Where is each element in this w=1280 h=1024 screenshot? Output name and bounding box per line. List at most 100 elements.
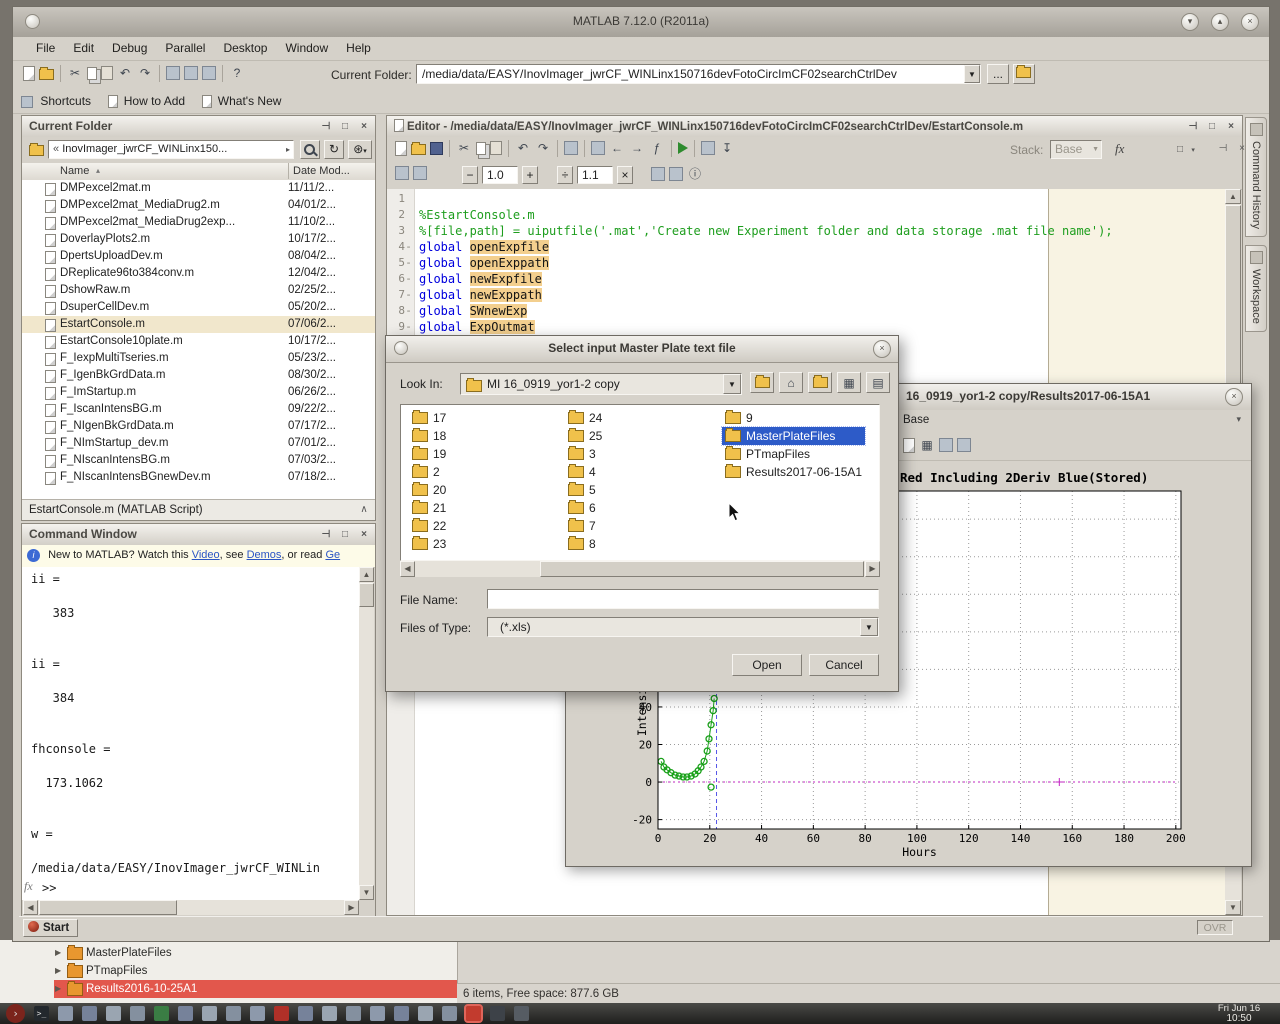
file-row[interactable]: DMPexcel2mat_MediaDrug2.m04/01/2... xyxy=(22,197,375,214)
taskbar-clock[interactable]: Fri Jun 16 10:50 xyxy=(1204,1004,1274,1024)
up-one-level-icon-button[interactable] xyxy=(750,372,774,393)
restore-icon[interactable]: □ xyxy=(337,119,353,135)
file-row[interactable]: EstartConsole10plate.m10/17/2... xyxy=(22,333,375,350)
workspace-selector[interactable]: Base xyxy=(903,414,929,426)
task-button-14[interactable] xyxy=(394,1006,409,1021)
task-button-15[interactable] xyxy=(418,1006,433,1021)
dock-icon[interactable]: ⊣ xyxy=(1185,119,1201,135)
folder-item[interactable]: 19 xyxy=(409,445,449,463)
task-button-5[interactable] xyxy=(154,1006,169,1021)
info-icon[interactable]: ⓘ xyxy=(687,166,703,182)
address-breadcrumb[interactable]: « InovImager_jwrCF_WINLinx150... ▸ xyxy=(48,140,294,159)
folder-item[interactable]: 17 xyxy=(409,409,449,427)
menu-file[interactable]: File xyxy=(27,37,64,59)
file-row[interactable]: F_NImStartup_dev.m07/01/2... xyxy=(22,435,375,452)
current-folder-panel-title[interactable]: Current Folder ⊣ □ × xyxy=(22,116,375,138)
file-name-input[interactable] xyxy=(487,589,879,609)
simulink-icon[interactable] xyxy=(166,66,180,80)
copy-icon[interactable] xyxy=(476,142,486,155)
file-row[interactable]: DMPexcel2mat_MediaDrug2exp...11/10/2... xyxy=(22,214,375,231)
page-icon[interactable] xyxy=(903,438,915,453)
refresh-button[interactable]: ↻ xyxy=(324,140,344,159)
insert-cell-icon[interactable] xyxy=(395,166,409,180)
editor-title[interactable]: Editor - /media/data/EASY/InovImager_jwr… xyxy=(387,116,1242,138)
start-button[interactable]: Start xyxy=(23,919,78,937)
menu-desktop[interactable]: Desktop xyxy=(214,37,276,59)
folder-item[interactable]: 21 xyxy=(409,499,449,517)
split-dropdown-icon[interactable]: ▾ xyxy=(1191,147,1195,154)
new-file-icon[interactable] xyxy=(395,141,407,156)
folder-list[interactable]: 171819220212223 2425345678 9MasterPlateF… xyxy=(400,404,880,561)
files-of-type-combobox[interactable]: (*.xls) ▼ xyxy=(487,617,879,637)
task-button-1[interactable] xyxy=(58,1006,73,1021)
cell-highlight-icon[interactable] xyxy=(669,167,683,181)
expand-arrow-icon[interactable]: ▶ xyxy=(55,980,61,998)
menu-edit[interactable]: Edit xyxy=(64,37,103,59)
scroll-down-icon[interactable]: ▼ xyxy=(1225,900,1241,915)
dock-icon[interactable]: ⊣ xyxy=(318,119,334,135)
help-icon[interactable]: ? xyxy=(229,65,245,81)
breakpoint-icon[interactable] xyxy=(701,141,715,155)
stack-combobox[interactable]: Base ▼ xyxy=(1050,140,1102,159)
file-row[interactable]: F_NIgenBkGrdData.m07/17/2... xyxy=(22,418,375,435)
tree-item[interactable]: ▶Results2016-10-25A1 xyxy=(0,980,457,998)
file-list-header[interactable]: Name ▴ Date Mod... xyxy=(22,163,375,181)
red-app-icon[interactable] xyxy=(274,1006,289,1021)
active-task-icon[interactable] xyxy=(466,1006,481,1021)
file-row[interactable]: F_IscanIntensBG.m09/22/2... xyxy=(22,401,375,418)
search-button[interactable] xyxy=(300,140,320,159)
scroll-left-icon[interactable]: ◀ xyxy=(400,561,415,577)
menu-debug[interactable]: Debug xyxy=(103,37,156,59)
file-row[interactable]: DsuperCellDev.m05/20/2... xyxy=(22,299,375,316)
file-row[interactable]: F_IexpMultiTseries.m05/23/2... xyxy=(22,350,375,367)
menu-window[interactable]: Window xyxy=(276,37,337,59)
combo-dropdown-icon[interactable]: ▼ xyxy=(860,618,878,636)
combo-dropdown-icon[interactable]: ▼ xyxy=(964,65,980,83)
cancel-button[interactable]: Cancel xyxy=(809,654,879,676)
scrollbar-thumb[interactable] xyxy=(359,583,374,607)
task-button-8[interactable] xyxy=(226,1006,241,1021)
cell-value-right[interactable]: 1.1 xyxy=(577,166,613,184)
file-row[interactable]: DMPexcel2mat.m11/11/2... xyxy=(22,180,375,197)
increase-button[interactable]: + xyxy=(522,166,538,184)
close-icon[interactable]: × xyxy=(356,119,372,135)
scroll-right-icon[interactable]: ▶ xyxy=(865,561,880,577)
go-back-icon[interactable]: ← xyxy=(609,140,625,156)
horizontal-scrollbar[interactable]: ◀ ▶ xyxy=(23,900,359,915)
run-icon[interactable] xyxy=(678,142,688,154)
column-date[interactable]: Date Mod... xyxy=(288,163,350,179)
folder-item[interactable]: 18 xyxy=(409,427,449,445)
undo-icon[interactable]: ↶ xyxy=(515,140,531,156)
restore-icon[interactable]: □ xyxy=(337,527,353,543)
folder-item[interactable]: MasterPlateFiles xyxy=(722,427,865,445)
task-button-10[interactable] xyxy=(298,1006,313,1021)
task-button-3[interactable] xyxy=(106,1006,121,1021)
folder-item[interactable]: Results2017-06-15A1 xyxy=(722,463,865,481)
print-icon[interactable] xyxy=(564,141,578,155)
getting-started-link[interactable]: Ge xyxy=(325,549,340,561)
tree-item[interactable]: ▶PTmapFiles xyxy=(0,962,457,980)
scrollbar-thumb[interactable] xyxy=(540,561,864,577)
breadcrumb-expand-icon[interactable]: ▸ xyxy=(286,141,290,158)
current-folder-combobox[interactable]: /media/data/EASY/InovImager_jwrCF_WINLin… xyxy=(416,64,981,84)
tree-item[interactable]: ▶MasterPlateFiles xyxy=(0,944,457,962)
close-icon[interactable]: × xyxy=(356,527,372,543)
close-icon[interactable]: × xyxy=(1241,13,1259,31)
undo-icon[interactable]: ↶ xyxy=(117,65,133,81)
task-button-13[interactable] xyxy=(370,1006,385,1021)
collapse-icon[interactable]: ∧ xyxy=(356,502,372,518)
fx-button[interactable]: fx xyxy=(1115,141,1124,157)
find-icon[interactable] xyxy=(591,141,605,155)
actions-button[interactable]: ⊛▾ xyxy=(348,140,372,159)
command-window-title[interactable]: Command Window ⊣ □ × xyxy=(22,524,375,546)
grid-view-icon-button[interactable]: ▦ xyxy=(837,372,861,393)
task-button-12[interactable] xyxy=(346,1006,361,1021)
copy-icon[interactable] xyxy=(87,67,97,80)
paste-icon[interactable] xyxy=(101,66,113,80)
details-view-icon-button[interactable]: ▤ xyxy=(866,372,890,393)
folder-item[interactable]: 22 xyxy=(409,517,449,535)
window-titlebar[interactable]: MATLAB 7.12.0 (R2011a) ▾ ▴ × xyxy=(13,7,1269,38)
menu-help[interactable]: Help xyxy=(337,37,380,59)
command-output-area[interactable]: ii = 383 ii = 384 fhconsole = 173.1062 w… xyxy=(22,567,359,900)
decrease-button[interactable]: − xyxy=(462,166,478,184)
